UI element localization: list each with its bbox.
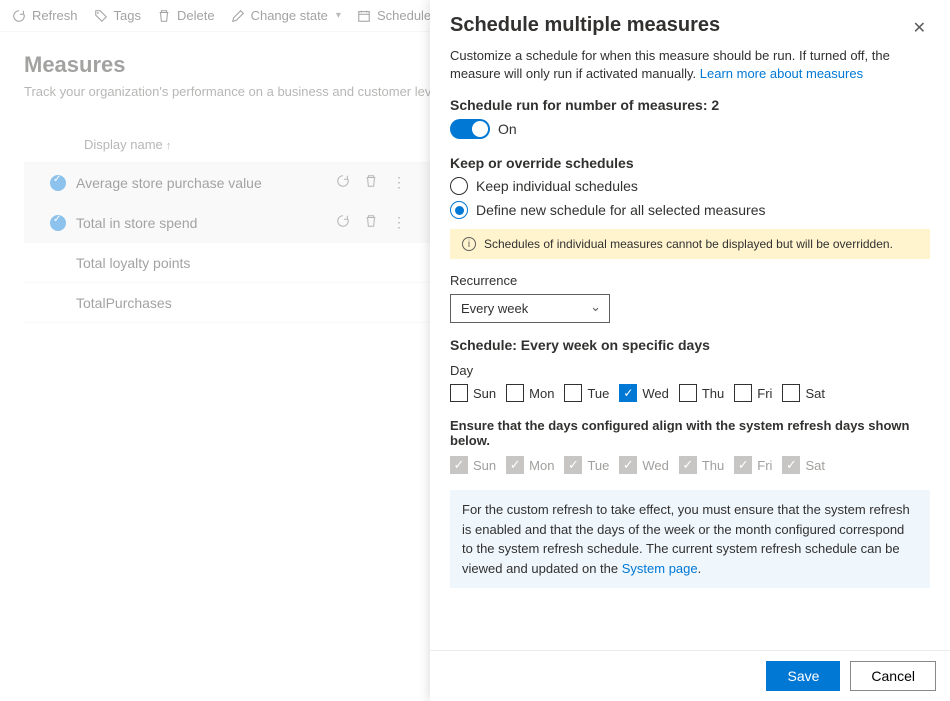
- day-label: Fri: [757, 458, 772, 473]
- day-label: Sun: [473, 458, 496, 473]
- radio-keep-label: Keep individual schedules: [476, 178, 638, 194]
- delete-icon[interactable]: [364, 174, 378, 188]
- radio-icon: [450, 177, 468, 195]
- day-checkbox-wed[interactable]: [619, 384, 637, 402]
- sys-day-checkbox-sun: [450, 456, 468, 474]
- day-label: Sun: [473, 386, 496, 401]
- panel-description: Customize a schedule for when this measu…: [450, 47, 930, 83]
- tags-button[interactable]: Tags: [94, 8, 141, 23]
- override-warning: i Schedules of individual measures canno…: [450, 229, 930, 259]
- day-checkbox-sat[interactable]: [782, 384, 800, 402]
- recurrence-label: Recurrence: [450, 273, 930, 288]
- radio-define-label: Define new schedule for all selected mea…: [476, 202, 766, 218]
- day-label: Wed: [642, 458, 669, 473]
- change-state-button[interactable]: Change state: [231, 8, 341, 23]
- toggle-state-label: On: [498, 121, 517, 137]
- sys-day-checkbox-fri: [734, 456, 752, 474]
- col-display-name[interactable]: Display name: [84, 137, 334, 152]
- day-checkbox-fri[interactable]: [734, 384, 752, 402]
- system-refresh-info: For the custom refresh to take effect, y…: [450, 490, 930, 588]
- schedule-summary: Schedule: Every week on specific days: [450, 337, 930, 353]
- day-label: Sat: [805, 386, 825, 401]
- schedule-for-label: Schedule run for number of measures: 2: [450, 97, 930, 113]
- keep-override-label: Keep or override schedules: [450, 155, 930, 171]
- row-check-icon[interactable]: [50, 215, 66, 231]
- learn-more-link[interactable]: Learn more about measures: [700, 66, 863, 81]
- edit-icon: [231, 9, 245, 23]
- system-page-link[interactable]: System page: [622, 561, 698, 576]
- day-label: Thu: [702, 386, 724, 401]
- row-name: Total in store spend: [76, 215, 336, 231]
- schedule-toggle[interactable]: [450, 119, 490, 139]
- radio-keep[interactable]: Keep individual schedules: [450, 177, 930, 195]
- days-row: Sun Mon Tue Wed Thu Fri Sat: [450, 384, 930, 402]
- sys-day-checkbox-wed: [619, 456, 637, 474]
- refresh-button[interactable]: Refresh: [12, 8, 78, 23]
- ensure-hint: Ensure that the days configured align wi…: [450, 418, 930, 448]
- day-checkbox-mon[interactable]: [506, 384, 524, 402]
- day-label: Day: [450, 363, 930, 378]
- day-label: Tue: [587, 458, 609, 473]
- day-label: Fri: [757, 386, 772, 401]
- row-name: Total loyalty points: [76, 255, 336, 271]
- sys-day-checkbox-tue: [564, 456, 582, 474]
- panel-title: Schedule multiple measures: [450, 14, 720, 37]
- delete-icon: [157, 9, 171, 23]
- row-name: Average store purchase value: [76, 175, 336, 191]
- tags-icon: [94, 9, 108, 23]
- row-name: TotalPurchases: [76, 295, 336, 311]
- more-icon[interactable]: ⋮: [392, 214, 406, 231]
- day-label: Thu: [702, 458, 724, 473]
- refresh-icon: [12, 9, 26, 23]
- refresh-label: Refresh: [32, 8, 78, 23]
- day-checkbox-thu[interactable]: [679, 384, 697, 402]
- panel-footer: Save Cancel: [430, 650, 950, 701]
- delete-icon[interactable]: [364, 214, 378, 228]
- schedule-button[interactable]: Schedule: [357, 8, 431, 23]
- calendar-icon: [357, 9, 371, 23]
- day-checkbox-sun[interactable]: [450, 384, 468, 402]
- day-label: Mon: [529, 386, 554, 401]
- delete-label: Delete: [177, 8, 215, 23]
- schedule-panel: Schedule multiple measures ✕ Customize a…: [430, 0, 950, 701]
- sys-day-checkbox-mon: [506, 456, 524, 474]
- refresh-icon[interactable]: [336, 214, 350, 228]
- tags-label: Tags: [114, 8, 141, 23]
- day-label: Wed: [642, 386, 669, 401]
- row-check-icon[interactable]: [50, 175, 66, 191]
- schedule-label: Schedule: [377, 8, 431, 23]
- recurrence-select[interactable]: Every week: [450, 294, 610, 323]
- day-label: Sat: [805, 458, 825, 473]
- radio-define[interactable]: Define new schedule for all selected mea…: [450, 201, 930, 219]
- save-button[interactable]: Save: [766, 661, 840, 691]
- day-checkbox-tue[interactable]: [564, 384, 582, 402]
- day-label: Tue: [587, 386, 609, 401]
- refresh-icon[interactable]: [336, 174, 350, 188]
- info-icon: i: [462, 237, 476, 251]
- change-state-label: Change state: [251, 8, 328, 23]
- more-icon[interactable]: ⋮: [392, 174, 406, 191]
- close-icon[interactable]: ✕: [909, 14, 930, 42]
- day-label: Mon: [529, 458, 554, 473]
- delete-button[interactable]: Delete: [157, 8, 215, 23]
- radio-icon: [450, 201, 468, 219]
- sys-day-checkbox-sat: [782, 456, 800, 474]
- sys-day-checkbox-thu: [679, 456, 697, 474]
- cancel-button[interactable]: Cancel: [850, 661, 936, 691]
- system-days-row: Sun Mon Tue Wed Thu Fri Sat: [450, 456, 930, 474]
